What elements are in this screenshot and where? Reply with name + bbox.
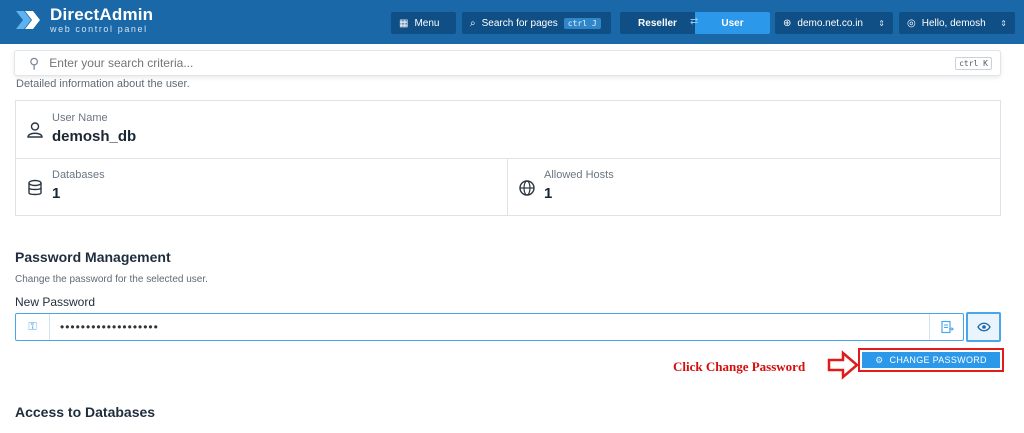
user-menu[interactable]: ◎ Hello, demosh ⇕ [899, 12, 1015, 34]
key-icon: ⚿ [28, 320, 37, 333]
copy-password-button[interactable] [929, 314, 963, 340]
databases-value: 1 [52, 185, 61, 202]
instruction-annotation: Click Change Password [673, 359, 806, 374]
domain-label: demo.net.co.in [797, 17, 863, 29]
eye-icon [976, 322, 991, 332]
username-value: demosh_db [52, 128, 137, 145]
user-info-card: User Name demosh_db Databases 1 Allowed … [15, 100, 1001, 216]
menu-button[interactable]: ▦ Menu [391, 12, 456, 34]
role-reseller[interactable]: Reseller [620, 12, 695, 34]
search-bar: ⚲ ctrl K [14, 50, 1001, 76]
app-name: DirectAdmin [50, 4, 154, 24]
password-section-title: Password Management [15, 249, 171, 265]
swap-icon: ⇄ [690, 16, 699, 27]
databases-label: Databases [52, 169, 105, 181]
clipboard-icon [940, 320, 954, 334]
app-subtitle: web control panel [50, 23, 148, 34]
globe-icon: ⊕ [783, 17, 792, 29]
user-circle-icon: ◎ [907, 17, 916, 29]
new-password-label: New Password [15, 295, 96, 309]
generate-password-button[interactable]: ⚿ [16, 314, 50, 340]
hosts-value: 1 [544, 185, 553, 202]
chevron-updown-icon: ⇕ [878, 18, 885, 28]
access-databases-title: Access to Databases [15, 404, 156, 420]
search-pages-label: Search for pages [481, 17, 558, 29]
grid-icon: ▦ [399, 17, 409, 29]
username-label: User Name [52, 112, 108, 124]
search-input[interactable] [49, 56, 956, 70]
change-password-label: CHANGE PASSWORD [889, 355, 987, 365]
change-password-button[interactable]: ⚙ CHANGE PASSWORD [862, 352, 1000, 368]
new-password-input[interactable] [60, 318, 920, 336]
password-section-description: Change the password for the selected use… [15, 274, 208, 285]
search-shortcut-hint: ctrl K [955, 56, 992, 70]
arrow-right-icon [827, 350, 859, 380]
new-password-field: ⚿ [15, 313, 964, 341]
change-password-highlight: ⚙ CHANGE PASSWORD [858, 348, 1004, 372]
username-row: User Name demosh_db [16, 101, 1000, 159]
chevron-updown-icon: ⇕ [1000, 18, 1007, 28]
top-bar: DirectAdmin web control panel ▦ Menu ⌕ S… [0, 0, 1024, 44]
database-icon [28, 179, 42, 196]
gear-icon: ⚙ [875, 354, 884, 365]
search-pages-button[interactable]: ⌕ Search for pages ctrl J [462, 12, 611, 34]
logo-icon [16, 11, 40, 29]
search-shortcut: ctrl J [563, 17, 601, 29]
databases-cell: Databases 1 [16, 159, 508, 216]
domain-selector[interactable]: ⊕ demo.net.co.in ⇕ [775, 12, 893, 34]
hosts-cell: Allowed Hosts 1 [508, 159, 1000, 216]
search-icon: ⚲ [29, 54, 40, 71]
globe-icon [519, 180, 535, 196]
show-password-button[interactable] [966, 312, 1001, 342]
logo[interactable]: DirectAdmin web control panel [14, 5, 153, 35]
menu-label: Menu [414, 17, 440, 29]
hosts-label: Allowed Hosts [544, 169, 614, 181]
page-description: Detailed information about the user. [16, 78, 190, 90]
search-icon: ⌕ [470, 17, 476, 29]
role-user[interactable]: User [695, 12, 770, 34]
user-icon [27, 122, 43, 138]
greeting-label: Hello, demosh [921, 17, 986, 29]
